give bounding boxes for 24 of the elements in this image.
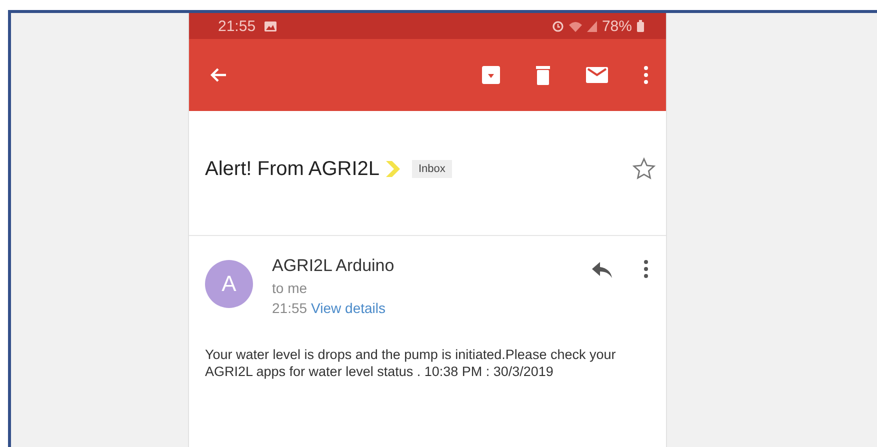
sender-name: AGRI2L Arduino [272,256,394,276]
more-icon[interactable] [644,260,648,278]
importance-marker-icon[interactable] [386,161,400,177]
mail-icon[interactable] [586,67,608,83]
archive-icon[interactable] [482,66,500,84]
reply-icon[interactable] [592,262,612,278]
status-time: 21:55 [218,18,256,34]
wifi-icon [568,20,582,32]
signal-icon [586,20,597,32]
inbox-label[interactable]: Inbox [412,160,452,178]
back-icon[interactable] [209,67,227,83]
view-details-link[interactable]: View details [311,300,386,316]
sent-time: 21:55 [272,300,308,316]
recipient-text: to me [272,280,308,296]
battery-percent: 78% [602,18,632,34]
battery-icon [637,20,644,32]
image-icon [264,20,277,32]
sender-avatar: A [205,260,253,308]
email-subject: Alert! From AGRI2L [205,158,380,180]
more-icon[interactable] [644,66,648,84]
trash-icon[interactable] [536,66,550,84]
email-body: Your water level is drops and the pump is initiated.Please check your AGRI2L apps for water level status . 10:38 PM : 30/3/2019 [205,346,617,380]
alarm-icon [552,20,564,32]
star-icon[interactable] [632,157,656,181]
